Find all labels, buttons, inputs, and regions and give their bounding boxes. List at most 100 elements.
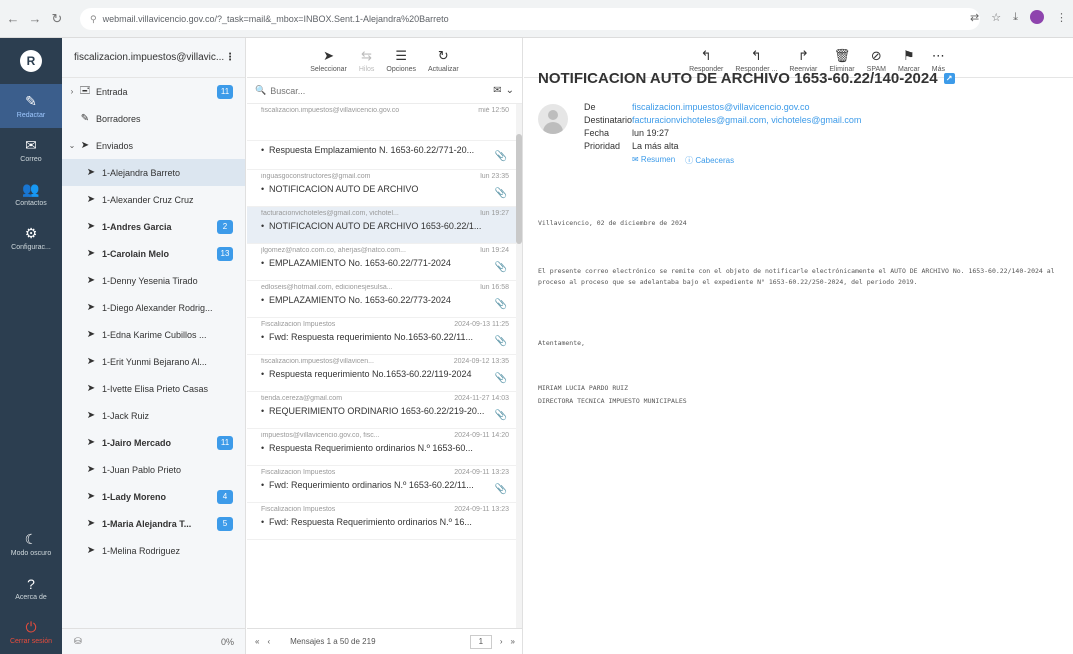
message-row[interactable]: Respuesta Emplazamiento N. 1653-60.22/77… (247, 145, 517, 170)
send-icon: ➤ (86, 437, 96, 448)
translate-icon[interactable]: ⇄ (970, 11, 979, 24)
address-bar[interactable]: ⚲ webmail.villavicencio.gov.co/?_task=ma… (80, 8, 980, 30)
folder-toggle-icon[interactable]: › (66, 87, 78, 96)
folder-item[interactable]: ➤ 1-Jack Ruiz (62, 402, 245, 429)
prev-page-button[interactable]: ‹ (267, 637, 270, 646)
select-button[interactable]: ➤ Seleccionar (310, 48, 347, 73)
message-list-scrollbar[interactable] (516, 104, 522, 628)
app-rail: R ✎ Redactar ✉ Correo 👥 Contactos ⚙ Configurac.… (0, 38, 62, 654)
message-from: Fiscalizacion Impuestos (261, 469, 336, 476)
header-value[interactable]: fiscalizacion.impuestos@villavicencio.go… (632, 102, 810, 112)
folder-toggle-icon[interactable]: ⌄ (66, 141, 78, 150)
reload-icon[interactable]: ↻ (48, 10, 66, 28)
message-row[interactable]: inguasgoconstructores@gmail.com lun 23:35… (247, 170, 517, 207)
options-button[interactable]: ☰ Opciones (386, 48, 416, 73)
folder-item[interactable]: ➤ 1-Erit Yunmi Bejarano Al... (62, 348, 245, 375)
header-value: La más alta (632, 140, 679, 151)
folder-item[interactable]: ➤ 1-Maria Alejandra T... 5 (62, 510, 245, 537)
bookmark-star-icon[interactable]: ☆ (991, 11, 1001, 24)
message-subject: REQUERIMIENTO ORDINARIO 1653-60.22/219-2… (261, 406, 509, 416)
folder-item[interactable]: ➤ 1-Alexander Cruz Cruz (62, 186, 245, 213)
body-paragraph: MIRIAM LUCIA PARDO RUIZ (538, 384, 629, 392)
message-row[interactable]: Fiscalizacion Impuestos2024-09-11 13:23F… (247, 503, 517, 540)
back-icon[interactable]: ← (4, 10, 22, 28)
chevron-down-icon[interactable]: ⌄ (506, 85, 514, 96)
app-logo: R (20, 50, 42, 72)
message-row[interactable]: fiscalizacion.impuestos@villavicencio.go… (247, 104, 517, 141)
message-row[interactable]: fiscalizacion.impuestos@villavicen... 202… (247, 355, 517, 392)
folder-item[interactable]: ✎ Borradores (62, 105, 245, 132)
next-page-button[interactable]: › (500, 637, 503, 646)
header-label: Prioridad (584, 140, 621, 151)
folder-label: 1-Diego Alexander Rodrig... (102, 302, 213, 313)
options-icon: ☰ (395, 48, 408, 63)
message-row[interactable]: facturacionvichoteles@gmail.com, vichote… (247, 207, 517, 244)
folder-item[interactable]: ➤ 1-Denny Yesenia Tirado (62, 267, 245, 294)
message-from: jlgomez@natco.com.co, aherjas@natco.com.… (261, 247, 406, 254)
header-label: Fecha (584, 127, 610, 138)
rail-mail-button[interactable]: ✉ Correo (0, 128, 62, 172)
folder-item[interactable]: ➤ 1-Alejandra Barreto (62, 159, 245, 186)
select-icon: ➤ (323, 48, 334, 63)
quota-percent: 0% (220, 636, 234, 647)
forward-icon: ↱ (797, 48, 809, 63)
message-row[interactable]: impuestos@villavicencio.gov.co, fisc... 2… (247, 429, 517, 466)
external-open-icon[interactable]: ↗ (943, 73, 955, 84)
profile-avatar[interactable] (1030, 10, 1044, 24)
message-list-panel: ➤ Seleccionar ⇆ Hilos ☰ Opciones ↻ Actualizar 🔍… (247, 38, 523, 654)
folder-item[interactable]: ⌄ ➤ Enviados (62, 132, 245, 159)
folder-item[interactable]: ➤ 1-Andres Garcia 2 (62, 213, 245, 240)
folder-item[interactable]: ➤ 1-Edna Karime Cubillos ... (62, 321, 245, 348)
rail-about-button[interactable]: ? Acerca de (0, 566, 62, 610)
list-pagination: « ‹ Mensajes 1 a 50 de 219 1 › » (247, 628, 523, 654)
rail-logout-button[interactable]: ⏻ Cerrar sesión (0, 610, 62, 654)
last-page-button[interactable]: » (511, 637, 515, 646)
envelope-filter-icon[interactable]: ✉ (493, 85, 501, 96)
message-row[interactable]: Fiscalizacion Impuestos2024-09-11 13:23F… (247, 466, 517, 503)
folder-item[interactable]: ➤ 1-Jairo Mercado 11 (62, 429, 245, 456)
folder-item[interactable]: ➤ 1-Melina Rodriguez (62, 537, 245, 564)
header-value[interactable]: facturacionvichoteles@gmail.com, vichote… (632, 115, 861, 125)
header-row: Fecha lun 19:27 (584, 126, 861, 139)
message-subject: NOTIFICACION AUTO DE ARCHIVO (261, 184, 509, 194)
list-toolbar: ➤ Seleccionar ⇆ Hilos ☰ Opciones ↻ Actualizar (247, 38, 522, 78)
headers-button[interactable]: ⓘ Cabeceras (685, 155, 734, 166)
download-icon[interactable]: ⤓ (1013, 11, 1018, 24)
page-number-input[interactable]: 1 (469, 634, 492, 649)
scrollbar-thumb[interactable] (516, 134, 522, 244)
unread-badge: 5 (217, 516, 233, 531)
message-row[interactable]: Fiscalizacion Impuestos2024-09-13 11:25F… (247, 318, 517, 355)
folder-item[interactable]: ➤ 1-Diego Alexander Rodrig... (62, 294, 245, 321)
search-input[interactable] (270, 85, 490, 96)
rail-settings-button[interactable]: ⚙ Configurac... (0, 216, 62, 260)
message-row[interactable]: edloseis@hotmail.com, edicionesjesulsa..… (247, 281, 517, 318)
summary-button[interactable]: ✉ Resumen (632, 155, 675, 166)
account-selector[interactable]: fiscalizacion.impuestos@villavic... ⋮ (62, 38, 245, 78)
folder-item[interactable]: ➤ 1-Juan Pablo Prieto (62, 456, 245, 483)
browser-menu-icon[interactable]: ⋮ (1056, 11, 1067, 24)
about-icon: ? (27, 575, 35, 592)
forward-icon[interactable]: → (26, 10, 44, 28)
message-from: inguasgoconstructores@gmail.com (261, 173, 371, 180)
first-page-button[interactable]: « (255, 637, 259, 646)
send-icon: ➤ (86, 248, 96, 259)
folder-label: 1-Edna Karime Cubillos ... (102, 329, 207, 340)
rail-dark-mode-button[interactable]: ☾ Modo oscuro (0, 522, 62, 566)
folder-item[interactable]: ➤ 1-Lady Moreno 4 (62, 483, 245, 510)
folder-options-icon[interactable]: ⛁ (74, 636, 82, 647)
rail-compose-button[interactable]: ✎ Redactar (0, 84, 62, 128)
header-row: Prioridad La más alta (584, 139, 861, 152)
folder-item[interactable]: ➤ 1-Carolain Melo 13 (62, 240, 245, 267)
account-menu-icon[interactable]: ⋮ (225, 52, 235, 63)
folder-item[interactable]: › 🖃 Entrada 11 (62, 78, 245, 105)
rail-contacts-button[interactable]: 👥 Contactos (0, 172, 62, 216)
folder-item[interactable]: ➤ 1-Ivette Elisa Prieto Casas (62, 375, 245, 402)
site-info-icon[interactable]: ⚲ (90, 14, 97, 25)
pencil-icon: ✎ (80, 113, 90, 124)
toolbar-label: Opciones (386, 66, 416, 73)
message-row[interactable]: jlgomez@natco.com.co, aherjas@natco.com.… (247, 244, 517, 281)
refresh-button[interactable]: ↻ Actualizar (428, 48, 459, 73)
message-row[interactable]: tienda.cereza@gmail.com 2024-11-27 14:03 R… (247, 392, 517, 429)
message-from: Fiscalizacion Impuestos (261, 321, 336, 328)
more-icon: ⋯ (931, 48, 945, 63)
